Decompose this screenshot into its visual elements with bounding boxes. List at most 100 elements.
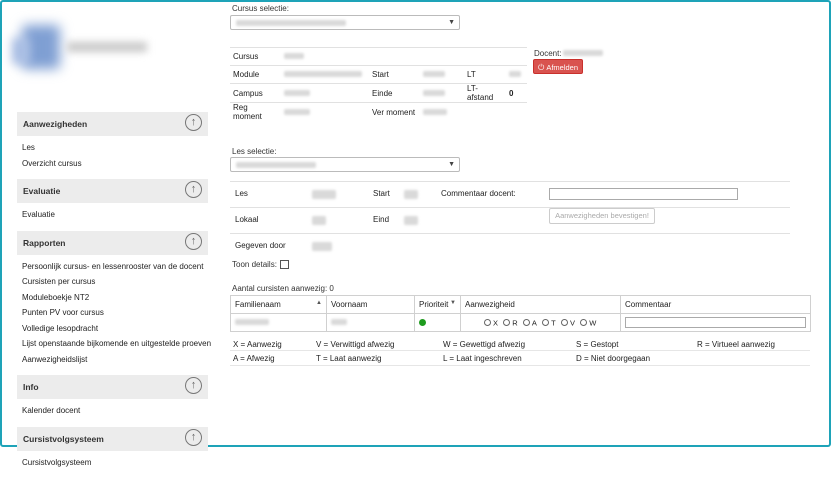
sidebar-section: Cursistvolgsysteem ↑ Cursistvolgsysteem <box>17 427 208 478</box>
radio-label: W <box>589 318 596 327</box>
label-les-start: Start <box>373 189 390 198</box>
sidebar-section: Aanwezigheden ↑ Les Overzicht cursus <box>17 112 208 179</box>
radio-x[interactable] <box>484 319 491 326</box>
lesson-selection-label: Les selectie: <box>232 147 276 156</box>
redacted-text <box>236 162 316 168</box>
radio-label: T <box>551 318 556 327</box>
sort-asc-icon: ▲ <box>316 300 322 306</box>
col-commentaar[interactable]: Commentaar <box>621 296 811 314</box>
sidebar-item-lesopdracht[interactable]: Volledige lesopdracht <box>22 321 208 337</box>
toon-details-checkbox[interactable] <box>280 260 289 269</box>
legend-item: X = Aanwezig <box>233 340 282 349</box>
power-icon: ⏻ <box>538 60 544 75</box>
col-familienaam[interactable]: Familienaam ▲ <box>231 296 327 314</box>
sidebar-item-persoonlijk-rooster[interactable]: Persoonlijk cursus- en lessenrooster van… <box>22 259 208 275</box>
radio-a[interactable] <box>523 319 530 326</box>
sidebar-item-evaluatie[interactable]: Evaluatie <box>22 207 208 223</box>
attendance-table: Familienaam ▲ Voornaam Prioriteit▼ Aanwez… <box>230 295 811 332</box>
table-row: X R A T V W <box>231 314 811 332</box>
col-prioriteit[interactable]: Prioriteit▼ <box>415 296 461 314</box>
redacted-text <box>312 190 336 199</box>
redacted-text <box>312 216 326 225</box>
toon-details-label: Toon details: <box>232 260 277 269</box>
course-info-table: Cursus Module Start LT Campus Einde LT-a… <box>230 47 527 121</box>
label-lt-afstand: LT-afstand <box>464 84 506 103</box>
col-label: Familienaam <box>235 300 281 309</box>
collapse-arrow-icon[interactable]: ↑ <box>185 181 202 198</box>
logo <box>12 20 162 80</box>
redacted-text <box>404 216 418 225</box>
legend-item: L = Laat ingeschreven <box>443 354 522 363</box>
sidebar: Aanwezigheden ↑ Les Overzicht cursus Eva… <box>17 112 208 478</box>
legend-item: V = Verwittigd afwezig <box>316 340 394 349</box>
lt-afstand-value: 0 <box>506 84 527 103</box>
label-ver-moment: Ver moment <box>369 103 420 122</box>
afmelden-button[interactable]: ⏻Afmelden <box>533 59 583 74</box>
radio-v[interactable] <box>561 319 568 326</box>
radio-t[interactable] <box>542 319 549 326</box>
label-commentaar-docent: Commentaar docent: <box>441 189 516 198</box>
sidebar-section: Info ↑ Kalender docent <box>17 375 208 427</box>
sidebar-section-header[interactable]: Info ↑ <box>17 375 208 399</box>
priority-status-icon <box>419 319 426 326</box>
sidebar-item-cursisten-per-cursus[interactable]: Cursisten per cursus <box>22 274 208 290</box>
radio-r[interactable] <box>503 319 510 326</box>
sidebar-section-title: Aanwezigheden <box>23 119 87 129</box>
legend-item: T = Laat aanwezig <box>316 354 381 363</box>
sidebar-section: Evaluatie ↑ Evaluatie <box>17 179 208 231</box>
row-comment-input[interactable] <box>625 317 806 328</box>
sidebar-item-punten-pv[interactable]: Punten PV voor cursus <box>22 305 208 321</box>
confirm-attendance-button[interactable]: Aanwezigheden bevestigen! <box>549 208 655 224</box>
sidebar-section-header[interactable]: Evaluatie ↑ <box>17 179 208 203</box>
label-reg-moment: Reg moment <box>230 103 281 122</box>
commentaar-docent-input[interactable] <box>549 188 738 200</box>
dropdown-caret-icon: ▼ <box>448 19 455 26</box>
radio-label: R <box>512 318 517 327</box>
label-les: Les <box>235 189 248 198</box>
col-voornaam[interactable]: Voornaam <box>327 296 415 314</box>
redacted-text <box>284 53 304 59</box>
lesson-select[interactable]: ▼ <box>230 157 460 172</box>
sidebar-item-openstaande-proeven[interactable]: Lijst openstaande bijkomende en uitgeste… <box>22 336 208 352</box>
course-select[interactable]: ▼ <box>230 15 460 30</box>
label-les-eind: Eind <box>373 215 389 224</box>
radio-label: V <box>570 318 575 327</box>
legend-item: W = Gewettigd afwezig <box>443 340 525 349</box>
sidebar-section-title: Cursistvolgsysteem <box>23 434 104 444</box>
sidebar-item-aanwezigheidslijst[interactable]: Aanwezigheidslijst <box>22 352 208 368</box>
label-start: Start <box>369 66 420 84</box>
collapse-arrow-icon[interactable]: ↑ <box>185 114 202 131</box>
redacted-text <box>509 71 521 77</box>
sidebar-item-kalender[interactable]: Kalender docent <box>22 403 208 419</box>
collapse-arrow-icon[interactable]: ↑ <box>185 233 202 250</box>
col-aanwezigheid[interactable]: Aanwezigheid <box>461 296 621 314</box>
redacted-text <box>284 90 310 96</box>
redacted-text <box>331 319 347 325</box>
redacted-text <box>284 109 310 115</box>
sidebar-section-title: Evaluatie <box>23 186 60 196</box>
redacted-text <box>423 71 445 77</box>
legend-divider <box>230 350 810 351</box>
sort-desc-icon: ▼ <box>450 300 456 306</box>
redacted-text <box>404 190 418 199</box>
radio-label: X <box>493 318 498 327</box>
label-lokaal: Lokaal <box>235 215 259 224</box>
sidebar-item-overzicht-cursus[interactable]: Overzicht cursus <box>22 156 208 172</box>
collapse-arrow-icon[interactable]: ↑ <box>185 429 202 446</box>
sidebar-section-header[interactable]: Aanwezigheden ↑ <box>17 112 208 136</box>
legend-item: R = Virtueel aanwezig <box>697 340 775 349</box>
label-campus: Campus <box>230 84 281 103</box>
sidebar-section-title: Info <box>23 382 39 392</box>
collapse-arrow-icon[interactable]: ↑ <box>185 377 202 394</box>
sidebar-item-moduleboekje[interactable]: Moduleboekje NT2 <box>22 290 208 306</box>
radio-w[interactable] <box>580 319 587 326</box>
table-header-row: Familienaam ▲ Voornaam Prioriteit▼ Aanwez… <box>231 296 811 314</box>
redacted-text <box>236 20 346 26</box>
label-gegeven-door: Gegeven door <box>235 241 286 250</box>
legend-divider <box>230 365 810 366</box>
sidebar-section-header[interactable]: Rapporten ↑ <box>17 231 208 255</box>
sidebar-section: Rapporten ↑ Persoonlijk cursus- en lesse… <box>17 231 208 376</box>
sidebar-item-les[interactable]: Les <box>22 140 208 156</box>
redacted-text <box>312 242 332 251</box>
sidebar-item-cursistvolgsysteem[interactable]: Cursistvolgsysteem <box>22 455 208 471</box>
